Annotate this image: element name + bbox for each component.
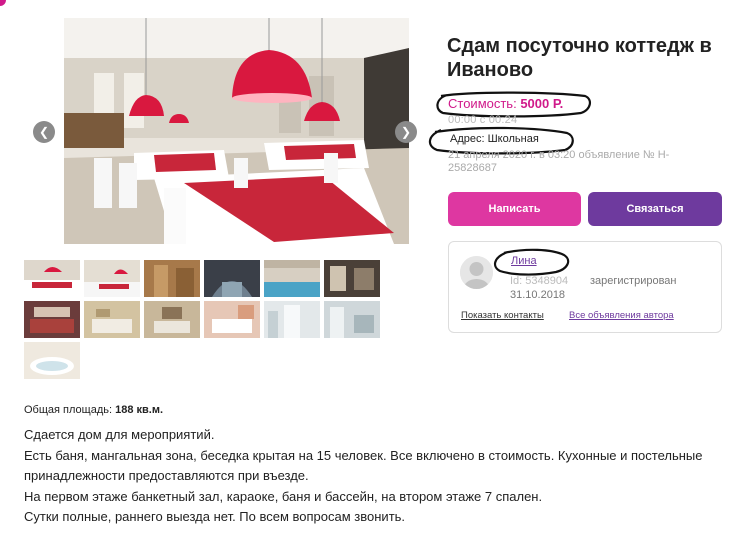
thumbnail[interactable]: [24, 342, 80, 379]
all-ads-link[interactable]: Все объявления автора: [569, 310, 674, 321]
area-label: Общая площадь:: [24, 404, 113, 416]
thumbnail[interactable]: [264, 260, 320, 297]
description-line: На первом этаже банкетный зал, караоке, …: [24, 488, 543, 504]
thumbnail[interactable]: [204, 260, 260, 297]
thumbnail[interactable]: [204, 301, 260, 338]
registered-label: зарегистрирован: [590, 275, 677, 287]
seller-name-link[interactable]: Лина: [511, 255, 537, 267]
thumbnail[interactable]: [264, 301, 320, 338]
price-label: Стоимость:: [448, 96, 517, 111]
description-line: Сдается дом для мероприятий.: [24, 427, 215, 442]
seller-card: Лина Id: 5348904 зарегистрирован 31.10.2…: [448, 241, 722, 333]
thumbnail[interactable]: [84, 301, 140, 338]
banquet-hall-photo: [64, 18, 409, 244]
show-contacts-link[interactable]: Показать контакты: [461, 310, 544, 321]
write-button[interactable]: Написать: [448, 192, 581, 226]
thumbnail[interactable]: [324, 260, 380, 297]
thumbnail[interactable]: [24, 260, 80, 297]
address: Адрес: Школьная: [450, 133, 539, 145]
thumbnail[interactable]: [84, 260, 140, 297]
description-line: Есть баня, мангальная зона, беседка крыт…: [24, 447, 703, 484]
chevron-left-icon: ❮: [38, 125, 50, 139]
hours-faded: 00:00 с 00:24: [448, 114, 518, 126]
registered-date: 31.10.2018: [510, 289, 566, 301]
gallery-next-button[interactable]: ❯: [395, 121, 417, 143]
thumbnail[interactable]: [24, 301, 80, 338]
area-value: 188 кв.м.: [115, 404, 164, 416]
area-info: Общая площадь: 188 кв.м.: [24, 404, 163, 416]
price: Стоимость: 5000 Р.: [448, 96, 563, 111]
user-avatar-icon: [460, 256, 493, 289]
thumbnail[interactable]: [324, 301, 380, 338]
listing-title: Сдам посуточно коттедж в Иваново: [447, 35, 712, 81]
description: Сдается дом для мероприятий. Есть баня, …: [24, 425, 734, 528]
chevron-right-icon: ❯: [400, 125, 412, 139]
contact-button[interactable]: Связаться: [588, 192, 722, 226]
thumbnail[interactable]: [144, 260, 200, 297]
thumbnail[interactable]: [144, 301, 200, 338]
description-line: Сутки полные, раннего выезда нет. По все…: [24, 509, 406, 524]
main-photo[interactable]: [64, 18, 409, 244]
corner-marker: [0, 0, 6, 6]
avatar: [460, 256, 493, 289]
price-value: 5000 Р.: [520, 96, 564, 111]
gallery-prev-button[interactable]: ❮: [33, 121, 55, 143]
seller-id: Id: 5348904: [510, 275, 569, 287]
publish-info: 21 апреля 2020 г. в 03:20 объявление № H…: [448, 149, 670, 174]
